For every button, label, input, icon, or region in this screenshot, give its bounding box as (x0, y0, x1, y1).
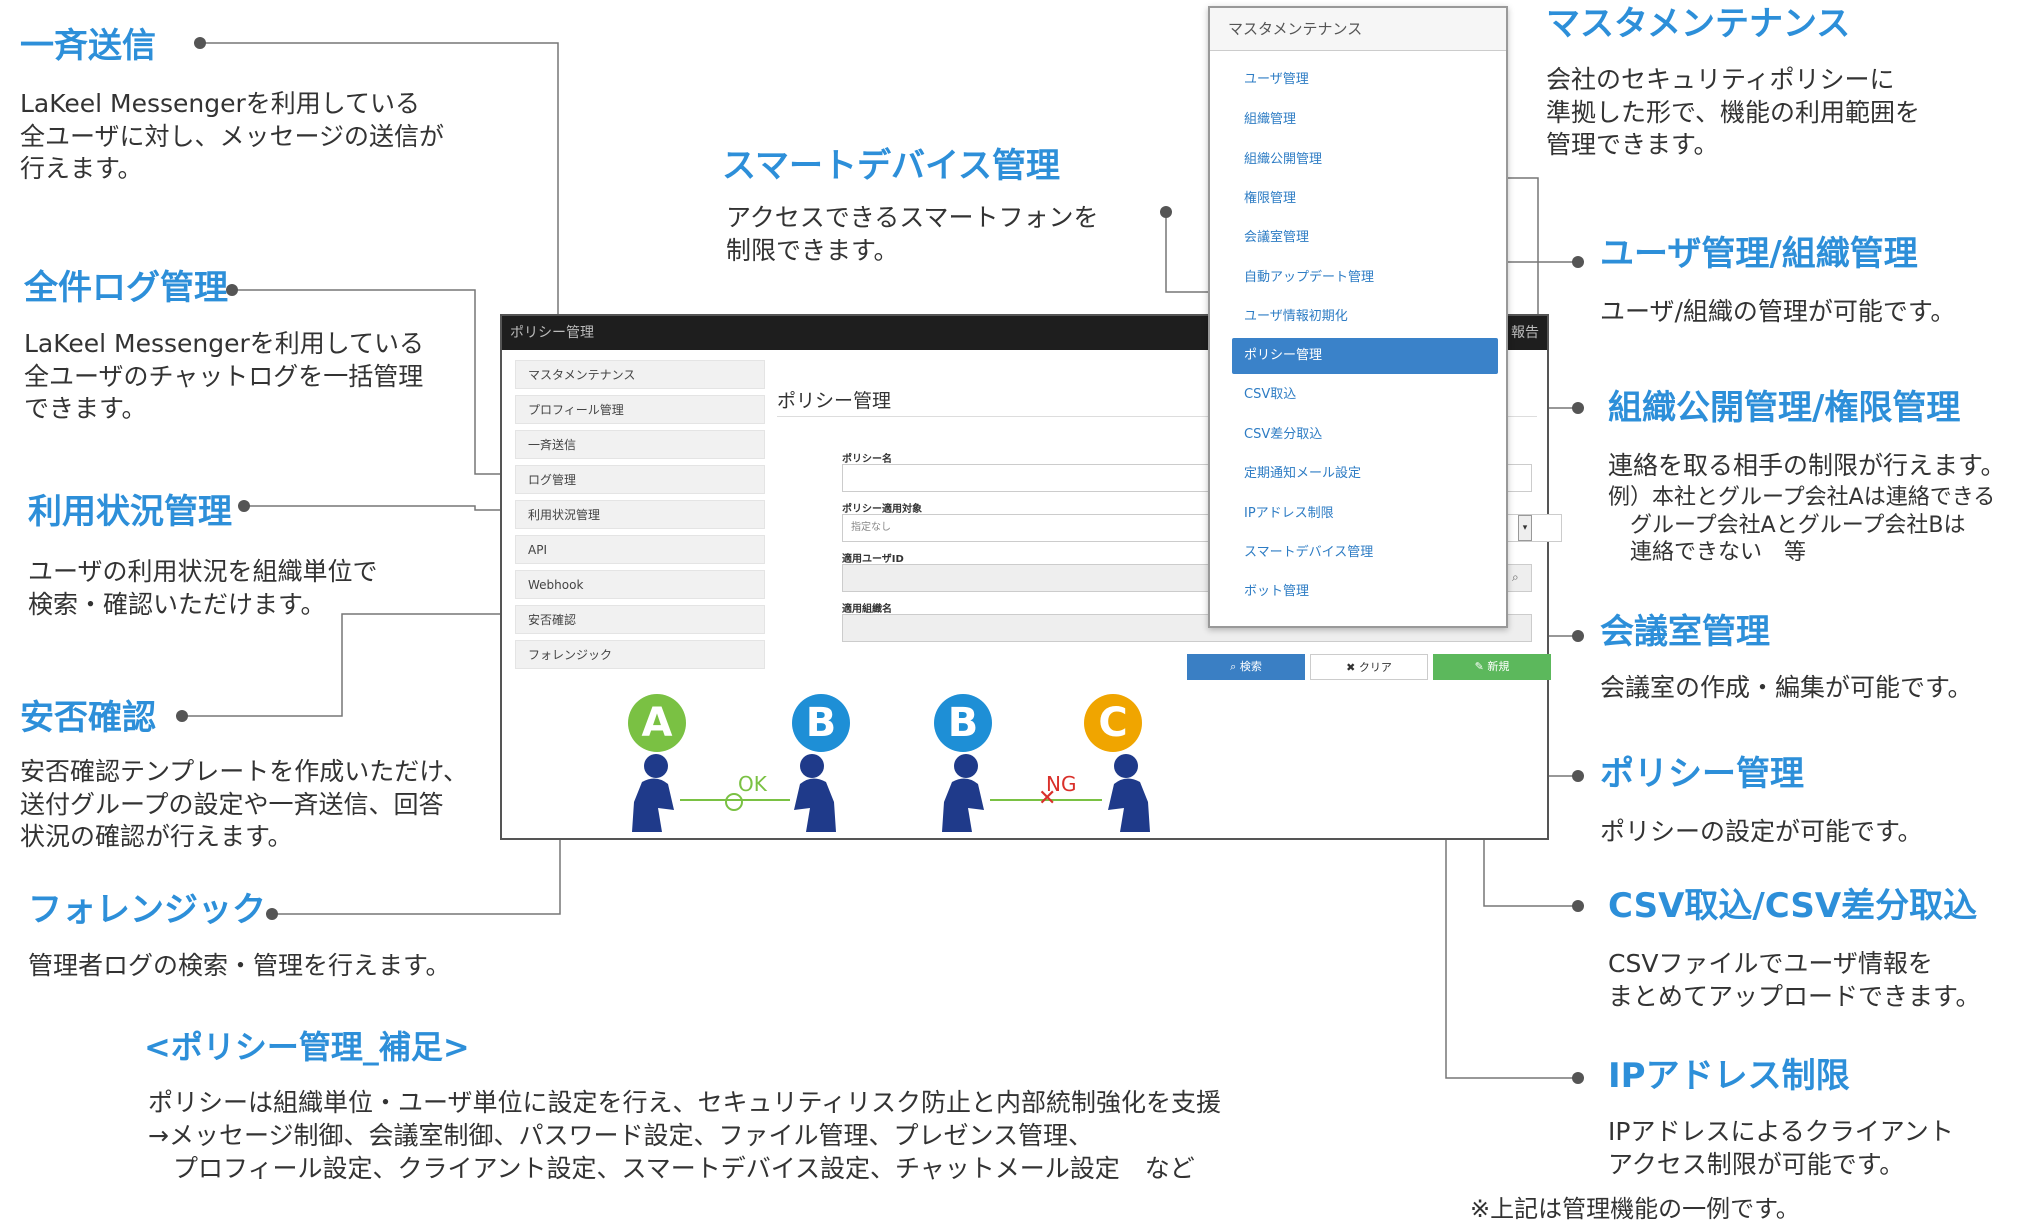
supplement-title: <ポリシー管理_補足> (144, 1028, 470, 1066)
badge-a: A (628, 694, 686, 752)
feature-title-ip: IPアドレス制限 (1608, 1056, 1850, 1096)
supplement-body: ポリシーは組織単位・ユーザ単位に設定を行え、セキュリティリスク防止と内部統制強化… (148, 1088, 1222, 1183)
ok-label: OK (738, 772, 767, 796)
feature-title-policy: ポリシー管理 (1600, 754, 1804, 794)
connector-dot (1572, 900, 1584, 912)
search-icon[interactable]: ⌕ (1512, 570, 1519, 585)
feature-desc-visibility: 連絡を取る相手の制限が行えます。 (1608, 451, 2006, 480)
sidebar-item-api[interactable]: API (515, 535, 765, 564)
pencil-icon: ✎ (1474, 660, 1488, 673)
menu-item-auto-update[interactable]: 自動アップデート管理 (1232, 260, 1374, 296)
new-button[interactable]: ✎ 新規 (1433, 654, 1551, 680)
target-value: 指定なし (851, 522, 891, 533)
sidebar-item-master[interactable]: マスタメンテナンス (515, 360, 765, 389)
new-btn-label: 新規 (1487, 660, 1510, 673)
badge-b-2: B (934, 694, 992, 752)
top-right-label: 報告 (1511, 325, 1539, 341)
feature-title-user-org: ユーザ管理/組織管理 (1600, 234, 1918, 274)
badge-b-1: B (792, 694, 850, 752)
menu-item-policy[interactable]: ポリシー管理 (1232, 338, 1498, 374)
connector-dot (1572, 770, 1584, 782)
feature-desc-ip: IPアドレスによるクライアント アクセス制限が可能です。 (1608, 1117, 1954, 1179)
feature-desc-usage: ユーザの利用状況を組織単位で 検索・確認いただけます。 (28, 557, 378, 619)
badge-c: C (1084, 694, 1142, 752)
sidebar-item-safety[interactable]: 安否確認 (515, 605, 765, 634)
feature-desc-smartdevice: アクセスできるスマートフォンを 制限できます。 (726, 203, 1099, 265)
feature-desc-policy: ポリシーの設定が可能です。 (1600, 817, 1923, 846)
feature-title-smartdevice: スマートデバイス管理 (722, 146, 1060, 186)
menu-item-user-reset[interactable]: ユーザ情報初期化 (1232, 299, 1348, 335)
sidebar-item-profile[interactable]: プロフィール管理 (515, 395, 765, 424)
sidebar-item-broadcast[interactable]: 一斉送信 (515, 430, 765, 459)
feature-desc-master: 会社のセキュリティポリシーに 準拠した形で、機能の利用範囲を 管理できます。 (1546, 65, 1921, 159)
connector-dot (1572, 256, 1584, 268)
policy-name-label: ポリシー名 (842, 454, 892, 465)
target-label: ポリシー適用対象 (842, 504, 922, 515)
feature-title-csv: CSV取込/CSV差分取込 (1608, 886, 1978, 926)
feature-desc-csv: CSVファイルでユーザ情報を まとめてアップロードできます。 (1608, 949, 1981, 1011)
feature-title-log: 全件ログ管理 (24, 268, 228, 308)
feature-desc-safety: 安否確認テンプレートを作成いただけ、 送付グループの設定や一斉送信、回答 状況の… (20, 757, 469, 851)
feature-note-visibility: 例）本社とグループ会社Aは連絡できる グループ会社Aとグループ会社Bは 連絡でき… (1608, 485, 1996, 565)
menu-item-ip[interactable]: IPアドレス制限 (1232, 496, 1334, 532)
feature-title-usage: 利用状況管理 (28, 492, 232, 532)
feature-desc-meeting: 会議室の作成・編集が可能です。 (1600, 673, 1973, 702)
menu-item-mail-notify[interactable]: 定期通知メール設定 (1232, 456, 1361, 492)
search-button[interactable]: ⌕ 検索 (1187, 654, 1305, 680)
menu-item-org-visibility[interactable]: 組織公開管理 (1232, 142, 1322, 178)
feature-title-broadcast: 一斉送信 (20, 26, 156, 66)
search-btn-label: 検索 (1239, 660, 1262, 673)
feature-desc-user-org: ユーザ/組織の管理が可能です。 (1600, 297, 1956, 326)
feature-desc-broadcast: LaKeel Messengerを利用している 全ユーザに対し、メッセージの送信… (20, 89, 445, 183)
feature-title-safety: 安否確認 (20, 698, 156, 738)
feature-title-master: マスタメンテナンス (1546, 4, 1851, 44)
connector-dot (238, 500, 250, 512)
clear-button[interactable]: ✖ クリア (1310, 654, 1428, 680)
connector-dot (1160, 206, 1172, 218)
menu-item-bot[interactable]: ボット管理 (1232, 574, 1309, 610)
feature-desc-log: LaKeel Messengerを利用している 全ユーザのチャットログを一括管理… (24, 329, 425, 423)
menu-item-csv[interactable]: CSV取込 (1232, 377, 1296, 413)
menu-item-meeting[interactable]: 会議室管理 (1232, 220, 1309, 256)
person-figures (632, 754, 1150, 832)
feature-title-visibility: 組織公開管理/権限管理 (1608, 388, 1961, 428)
connector-dot (1572, 1072, 1584, 1084)
sidebar-item-usage[interactable]: 利用状況管理 (515, 500, 765, 529)
user-id-label: 適用ユーザID (842, 554, 904, 565)
page-title: ポリシー管理 (777, 390, 892, 412)
select-arrow-icon[interactable]: ▾ (1518, 515, 1532, 541)
sidebar-item-webhook[interactable]: Webhook (515, 570, 765, 599)
connector-dot (266, 908, 278, 920)
sidebar-item-log[interactable]: ログ管理 (515, 465, 765, 494)
ng-cross-icon: ✕ (1038, 786, 1057, 811)
org-name-label: 適用組織名 (842, 604, 892, 615)
connector-dot (1572, 630, 1584, 642)
menu-item-permission[interactable]: 権限管理 (1232, 181, 1296, 217)
clear-btn-label: クリア (1358, 661, 1392, 674)
menu-header: マスタメンテナンス (1210, 8, 1506, 51)
menu-item-csv-diff[interactable]: CSV差分取込 (1232, 417, 1322, 453)
connector-dot (194, 37, 206, 49)
feature-title-forensic: フォレンジック (28, 890, 266, 930)
master-maintenance-menu: マスタメンテナンス ユーザ管理 組織管理 組織公開管理 権限管理 会議室管理 自… (1208, 6, 1508, 628)
feature-desc-forensic: 管理者ログの検索・管理を行えます。 (28, 951, 451, 980)
feature-title-meeting: 会議室管理 (1600, 612, 1770, 652)
sidebar-item-forensic[interactable]: フォレンジック (515, 640, 765, 669)
connector-dot (1572, 402, 1584, 414)
close-icon: ✖ (1346, 661, 1359, 674)
window-title: ポリシー管理 (510, 325, 594, 341)
menu-item-smart-device[interactable]: スマートデバイス管理 (1232, 535, 1373, 571)
menu-item-org[interactable]: 組織管理 (1232, 102, 1296, 138)
connector-dot (176, 710, 188, 722)
footnote: ※上記は管理機能の一例です。 (1470, 1195, 1800, 1223)
search-btn-icon: ⌕ (1230, 660, 1240, 673)
menu-item-user[interactable]: ユーザ管理 (1232, 62, 1309, 98)
